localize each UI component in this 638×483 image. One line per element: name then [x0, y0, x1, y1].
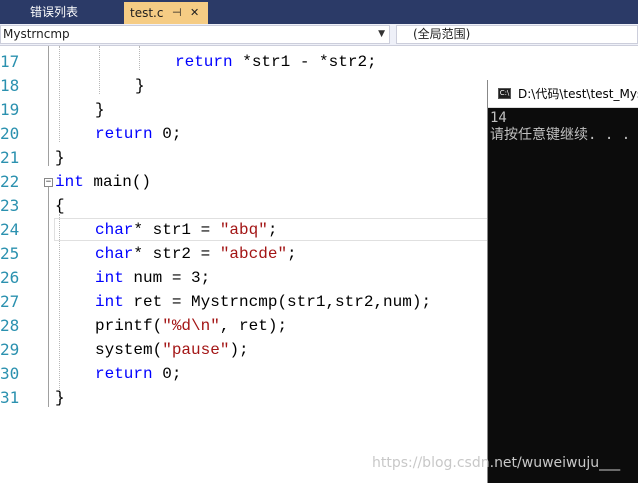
- tab-test-c-label: test.c: [130, 6, 164, 20]
- line-number: 21: [0, 148, 20, 167]
- line-number: 30: [0, 364, 20, 383]
- code-text: }: [55, 386, 65, 410]
- code-token: *str1 - *str2;: [242, 53, 377, 71]
- code-text: int main(): [55, 170, 151, 194]
- console-icon: C:\: [498, 88, 511, 99]
- code-text: int num = 3;: [95, 266, 210, 290]
- chevron-down-icon: ▼: [378, 29, 385, 39]
- console-window[interactable]: C:\ D:\代码\test\test_Mys 14 请按任意键继续. . .: [487, 80, 638, 483]
- code-token: , ret);: [219, 317, 288, 335]
- code-token: ret = Mystrncmp(str1,str2,num);: [123, 293, 432, 311]
- line-number: 20: [0, 124, 20, 143]
- line-number: 24: [0, 220, 20, 239]
- navigation-bar: Mystrncmp ▼ (全局范围): [0, 24, 638, 46]
- line-number: 17: [0, 52, 20, 71]
- code-text: char* str2 = "abcde";: [95, 242, 297, 266]
- code-text: int ret = Mystrncmp(str1,str2,num);: [95, 290, 431, 314]
- line-number: 28: [0, 316, 20, 335]
- keyword-token: return: [95, 125, 163, 143]
- code-text: }: [135, 74, 145, 98]
- console-output: 14 请按任意键继续. . .: [490, 110, 638, 144]
- function-dropdown-value: Mystrncmp: [3, 27, 70, 41]
- code-token: * str1 =: [133, 221, 220, 239]
- line-number: 23: [0, 196, 20, 215]
- string-token: "abcde": [219, 245, 288, 263]
- code-text: system("pause");: [95, 338, 249, 362]
- line-number: 26: [0, 268, 20, 287]
- code-text: return 0;: [95, 362, 181, 386]
- tab-error-list[interactable]: 错误列表: [24, 2, 122, 22]
- string-token: "abq": [219, 221, 268, 239]
- code-text: return *str1 - *str2;: [175, 50, 377, 74]
- keyword-token: int: [55, 173, 84, 191]
- watermark: https://blog.csdn.net/wuweiwuju___: [372, 455, 621, 471]
- console-output-line: 请按任意键继续. . .: [490, 127, 631, 143]
- code-token: }: [55, 149, 65, 167]
- scope-dropdown-value: (全局范围): [413, 27, 471, 41]
- line-number: 25: [0, 244, 20, 263]
- function-dropdown[interactable]: Mystrncmp ▼: [0, 25, 390, 44]
- code-text: printf("%d\n", ret);: [95, 314, 287, 338]
- tab-error-list-label: 错误列表: [30, 5, 79, 19]
- tab-bar: 错误列表 test.c ⊣ ✕: [0, 0, 638, 24]
- code-text: char* str1 = "abq";: [95, 218, 277, 242]
- code-token: ;: [267, 221, 278, 239]
- keyword-token: char: [95, 245, 134, 263]
- code-token: );: [229, 341, 249, 359]
- code-text: {: [55, 194, 65, 218]
- code-token: ;: [287, 245, 297, 263]
- code-token: 0;: [162, 365, 182, 383]
- string-token: "pause": [162, 341, 230, 359]
- string-token: "%d\n": [162, 317, 220, 335]
- line-number: 22: [0, 172, 20, 191]
- keyword-token: return: [175, 53, 243, 71]
- line-number: 19: [0, 100, 20, 119]
- code-text: }: [95, 98, 105, 122]
- code-token: {: [55, 197, 65, 215]
- line-number: 18: [0, 76, 20, 95]
- line-number: 27: [0, 292, 20, 311]
- code-text: }: [55, 146, 65, 170]
- code-text: return 0;: [95, 122, 181, 146]
- tab-test-c[interactable]: test.c ⊣ ✕: [124, 2, 208, 24]
- code-token: 0;: [162, 125, 182, 143]
- line-number: 31: [0, 388, 20, 407]
- scope-dropdown[interactable]: (全局范围): [396, 25, 638, 44]
- code-token: * str2 =: [133, 245, 220, 263]
- console-title-bar[interactable]: C:\ D:\代码\test\test_Mys: [488, 80, 638, 108]
- close-icon[interactable]: ✕: [190, 2, 199, 24]
- code-token: num = 3;: [123, 269, 211, 287]
- keyword-token: int: [95, 293, 124, 311]
- code-token: }: [135, 77, 145, 95]
- keyword-token: return: [95, 365, 163, 383]
- line-number: 29: [0, 340, 20, 359]
- code-token: main(): [83, 173, 152, 191]
- code-token: }: [95, 101, 105, 119]
- console-output-line: 14: [490, 110, 507, 126]
- ide-window: 错误列表 test.c ⊣ ✕ Mystrncmp ▼ (全局范围) − 17 r…: [0, 0, 638, 483]
- code-token: }: [55, 389, 65, 407]
- code-line[interactable]: 17 return *str1 - *str2;: [0, 50, 638, 74]
- keyword-token: char: [95, 221, 134, 239]
- code-token: printf(: [95, 317, 163, 335]
- keyword-token: int: [95, 269, 124, 287]
- pin-icon[interactable]: ⊣: [172, 2, 182, 24]
- code-token: system(: [95, 341, 163, 359]
- console-title: D:\代码\test\test_Mys: [518, 87, 638, 101]
